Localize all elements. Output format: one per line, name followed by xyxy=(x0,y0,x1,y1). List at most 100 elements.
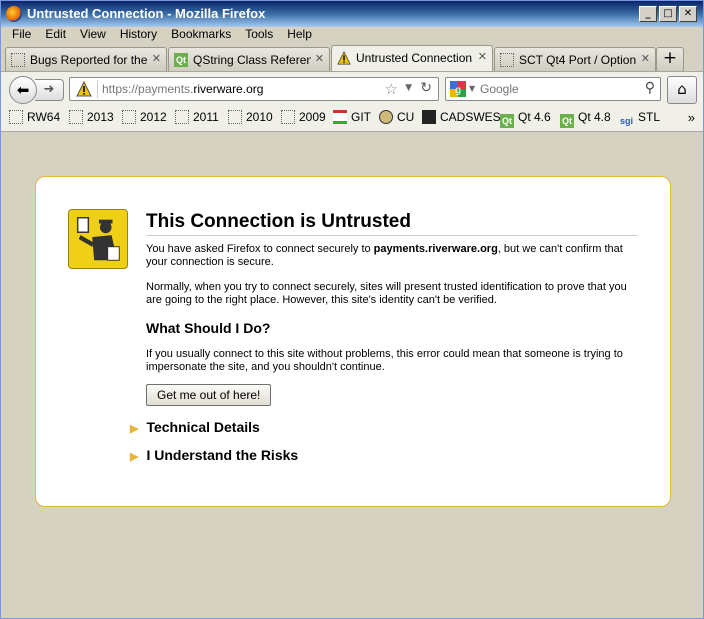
firefox-window: Untrusted Connection - Mozilla Firefox _… xyxy=(0,0,704,619)
close-icon[interactable]: ✕ xyxy=(679,6,697,22)
bookmark-cu[interactable]: CU xyxy=(379,110,414,128)
menu-history[interactable]: History xyxy=(113,25,164,43)
bookmarks-overflow-icon[interactable]: » xyxy=(688,110,695,125)
get-me-out-button[interactable]: Get me out of here! xyxy=(146,384,272,406)
bookmark-cadswes[interactable]: CADSWES xyxy=(422,110,501,128)
folder-icon xyxy=(9,110,23,124)
bookmark-qt46[interactable]: Qt Qt 4.6 xyxy=(500,110,551,128)
folder-icon xyxy=(281,110,295,124)
reload-icon[interactable]: ↻ xyxy=(420,80,432,96)
url-domain: riverware.org xyxy=(193,82,264,96)
menu-tools[interactable]: Tools xyxy=(238,25,280,43)
warning-icon xyxy=(337,51,351,65)
bookmark-rw64[interactable]: RW64 xyxy=(9,110,60,128)
bookmark-label: RW64 xyxy=(27,110,61,124)
menu-edit[interactable]: Edit xyxy=(38,25,73,43)
qt-icon: Qt xyxy=(500,114,514,128)
tab-label: Bugs Reported for the ... xyxy=(30,53,148,67)
tab-strip: Bugs Reported for the ... ✕ Qt QString C… xyxy=(5,45,699,73)
tab-qstring[interactable]: Qt QString Class Referen... ✕ xyxy=(168,47,330,71)
bookmark-2011[interactable]: 2011 xyxy=(175,110,219,128)
bookmark-git[interactable]: GIT xyxy=(333,110,371,128)
bookmark-label: CU xyxy=(397,110,415,124)
bookmark-2009[interactable]: 2009 xyxy=(281,110,326,128)
tab-close-icon[interactable]: ✕ xyxy=(478,50,487,63)
tab-label: QString Class Referen... xyxy=(193,53,311,67)
menu-file[interactable]: File xyxy=(5,25,38,43)
bookmark-label: Qt 4.6 xyxy=(518,110,551,124)
intro-text-before: You have asked Firefox to connect secure… xyxy=(146,243,374,255)
menu-view[interactable]: View xyxy=(73,25,113,43)
bookmark-2010[interactable]: 2010 xyxy=(228,110,273,128)
blank-page-icon xyxy=(11,53,25,67)
technical-details-expander[interactable]: ▶ Technical Details xyxy=(130,419,260,435)
url-prefix: https://payments. xyxy=(102,82,194,96)
cu-icon xyxy=(379,110,393,124)
explanation-paragraph: Normally, when you try to connect secure… xyxy=(146,281,627,306)
search-input[interactable] xyxy=(480,81,630,97)
menu-bookmarks[interactable]: Bookmarks xyxy=(164,25,238,43)
search-magnifier-icon[interactable]: ⚲ xyxy=(645,80,655,96)
minimize-icon[interactable]: _ xyxy=(639,6,657,22)
navigation-toolbar: ➜ ⬅ https://payments.riverware.org ☆ ▼ ↻… xyxy=(1,71,703,106)
search-bar[interactable]: g ▼ ⚲ xyxy=(445,77,661,101)
host-name: payments.riverware.org xyxy=(373,243,498,255)
tab-untrusted[interactable]: Untrusted Connection ✕ xyxy=(331,45,493,73)
search-engine-dropdown-icon[interactable]: ▼ xyxy=(469,84,475,93)
url-separator xyxy=(97,80,98,98)
tab-bugs[interactable]: Bugs Reported for the ... ✕ xyxy=(5,47,167,71)
bookmark-2013[interactable]: 2013 xyxy=(69,110,114,128)
cadswes-icon xyxy=(422,110,436,124)
history-dropdown-icon[interactable]: ▼ xyxy=(405,83,412,93)
understand-risks-expander[interactable]: ▶ I Understand the Risks xyxy=(130,447,298,463)
bookmark-label: 2010 xyxy=(246,110,273,124)
bookmark-qt48[interactable]: Qt Qt 4.8 xyxy=(560,110,611,128)
bookmark-label: 2012 xyxy=(140,110,167,124)
back-forward-group: ➜ ⬅ xyxy=(9,76,65,104)
bookmark-2012[interactable]: 2012 xyxy=(122,110,167,128)
folder-icon xyxy=(122,110,136,124)
what-should-i-do-heading: What Should I Do? xyxy=(146,320,271,336)
bookmark-star-icon[interactable]: ☆ xyxy=(385,80,398,98)
url-text[interactable]: https://payments.riverware.org xyxy=(102,82,263,96)
blank-page-icon xyxy=(500,53,514,67)
title-bar: Untrusted Connection - Mozilla Firefox _… xyxy=(1,1,703,27)
advice-paragraph: If you usually connect to this site with… xyxy=(146,348,623,373)
firefox-logo-icon xyxy=(6,6,22,22)
understand-risks-label: I Understand the Risks xyxy=(146,447,299,463)
qt-icon: Qt xyxy=(560,114,574,128)
menu-bar: File Edit View History Bookmarks Tools H… xyxy=(1,25,703,43)
page-title: This Connection is Untrusted xyxy=(146,211,638,236)
bookmark-label: 2013 xyxy=(87,110,114,124)
bookmark-label: CADSWES xyxy=(440,110,501,124)
folder-icon xyxy=(175,110,189,124)
sgi-icon: sgi xyxy=(620,116,634,126)
intro-paragraph: You have asked Firefox to connect secure… xyxy=(146,243,638,269)
menu-help[interactable]: Help xyxy=(280,25,319,43)
window-controls: _ □ ✕ xyxy=(639,6,697,22)
home-button[interactable]: ⌂ xyxy=(667,76,697,104)
page-content: This Connection is Untrusted You have as… xyxy=(1,132,703,618)
bookmark-stl[interactable]: sgi STL xyxy=(620,110,660,128)
error-box: This Connection is Untrusted You have as… xyxy=(35,176,671,507)
google-icon: g xyxy=(450,81,466,97)
forward-button[interactable]: ➜ xyxy=(35,79,64,101)
bookmark-label: GIT xyxy=(351,110,371,124)
maximize-icon[interactable]: □ xyxy=(659,6,677,22)
border-officer-icon xyxy=(68,209,128,269)
url-bar[interactable]: https://payments.riverware.org ☆ ▼ ↻ xyxy=(69,77,439,101)
tab-close-icon[interactable]: ✕ xyxy=(641,52,650,65)
technical-details-label: Technical Details xyxy=(146,419,260,435)
expand-arrow-icon: ▶ xyxy=(130,423,139,435)
bookmark-label: Qt 4.8 xyxy=(578,110,611,124)
tab-sct[interactable]: SCT Qt4 Port / Option... ✕ xyxy=(494,47,656,71)
warning-icon xyxy=(76,81,92,97)
tab-close-icon[interactable]: ✕ xyxy=(152,52,161,65)
bookmark-label: 2009 xyxy=(299,110,326,124)
tab-close-icon[interactable]: ✕ xyxy=(315,52,324,65)
back-button[interactable]: ⬅ xyxy=(9,76,37,104)
window-title: Untrusted Connection - Mozilla Firefox xyxy=(27,6,266,21)
new-tab-button[interactable]: + xyxy=(656,47,684,72)
bookmark-label: 2011 xyxy=(193,110,219,124)
folder-icon xyxy=(69,110,83,124)
